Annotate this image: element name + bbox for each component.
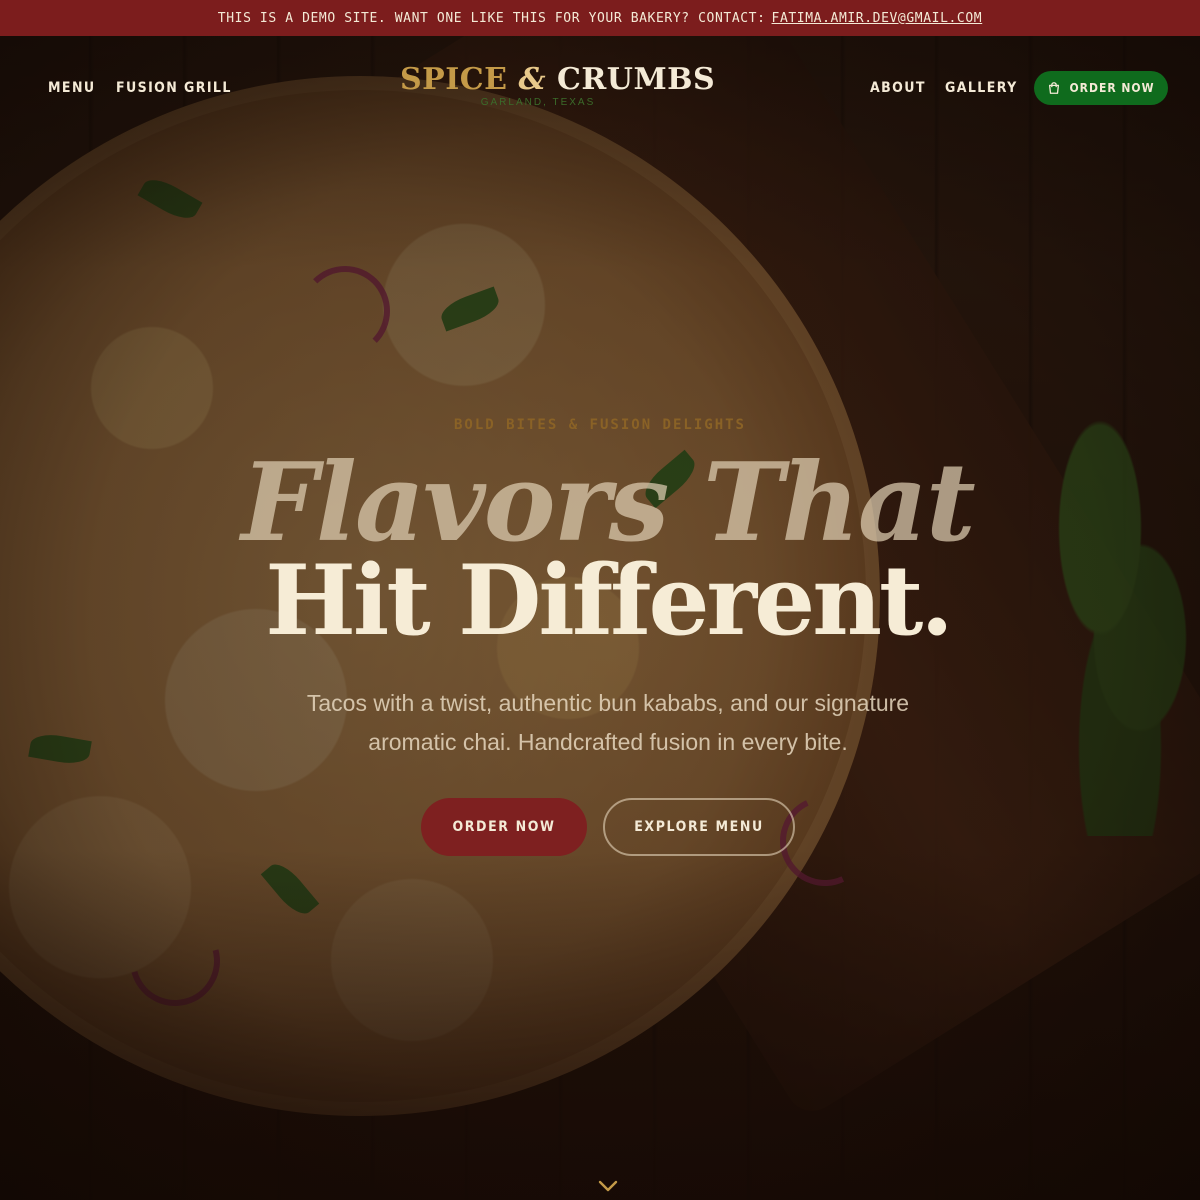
hero-order-now-button[interactable]: ORDER NOW: [421, 798, 587, 856]
demo-announcement-bar: THIS IS A DEMO SITE. WANT ONE LIKE THIS …: [0, 0, 1200, 36]
nav-link-fusion-grill[interactable]: FUSION GRILL: [116, 80, 232, 96]
brand-logo[interactable]: SPICE & CRUMBS GARLAND, TEXAS: [400, 62, 715, 108]
nav-link-about[interactable]: ABOUT: [870, 80, 926, 96]
logo-ampersand: &: [518, 62, 547, 97]
main-navigation: MENU FUSION GRILL SPICE & CRUMBS GARLAND…: [0, 36, 1200, 140]
announcement-text: THIS IS A DEMO SITE. WANT ONE LIKE THIS …: [217, 10, 766, 26]
shopping-bag-icon: [1049, 82, 1060, 94]
hero-eyebrow: BOLD BITES & FUSION DELIGHTS: [453, 417, 746, 433]
nav-link-gallery[interactable]: GALLERY: [945, 80, 1018, 96]
nav-link-menu[interactable]: MENU: [48, 80, 96, 96]
contact-email-link[interactable]: FATIMA.AMIR.DEV@GMAIL.COM: [772, 11, 983, 26]
chevron-down-icon[interactable]: [597, 1178, 619, 1194]
logo-crumbs: CRUMBS: [557, 62, 716, 97]
logo-location: GARLAND, TEXAS: [480, 97, 596, 108]
logo-spice: SPICE: [400, 62, 508, 97]
logo-wordmark: SPICE & CRUMBS: [400, 62, 715, 97]
hero-headline-line2: Hit Different.: [265, 544, 954, 657]
nav-order-now-button[interactable]: ORDER NOW: [1034, 71, 1168, 105]
hero-explore-menu-button[interactable]: EXPLORE MENU: [603, 798, 795, 856]
hero-subtitle: Tacos with a twist, authentic bun kababs…: [306, 690, 910, 755]
nav-order-now-label: ORDER NOW: [1069, 81, 1155, 95]
